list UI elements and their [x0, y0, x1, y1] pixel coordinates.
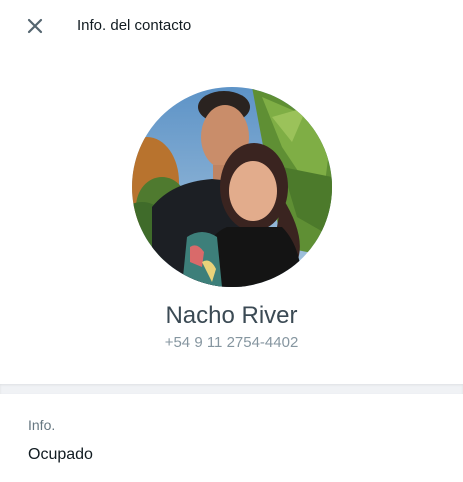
contact-name: Nacho River: [165, 302, 298, 329]
contact-phone: +54 9 11 2754-4402: [164, 334, 299, 351]
profile-section: Nacho River +54 9 11 2754-4402: [0, 52, 463, 384]
close-icon: [27, 18, 43, 34]
panel-header: Info. del contacto: [0, 0, 463, 52]
about-section: Info. Ocupado: [0, 394, 463, 482]
about-label: Info.: [28, 417, 56, 433]
contact-photo: [132, 87, 332, 287]
contact-avatar[interactable]: [132, 87, 332, 287]
panel-title: Info. del contacto: [77, 17, 192, 34]
close-button[interactable]: [23, 14, 47, 38]
section-divider: [0, 384, 463, 394]
contact-info-panel: Info. del contacto Nacho River +54 9 11 …: [0, 0, 463, 482]
about-text: Ocupado: [28, 446, 93, 463]
